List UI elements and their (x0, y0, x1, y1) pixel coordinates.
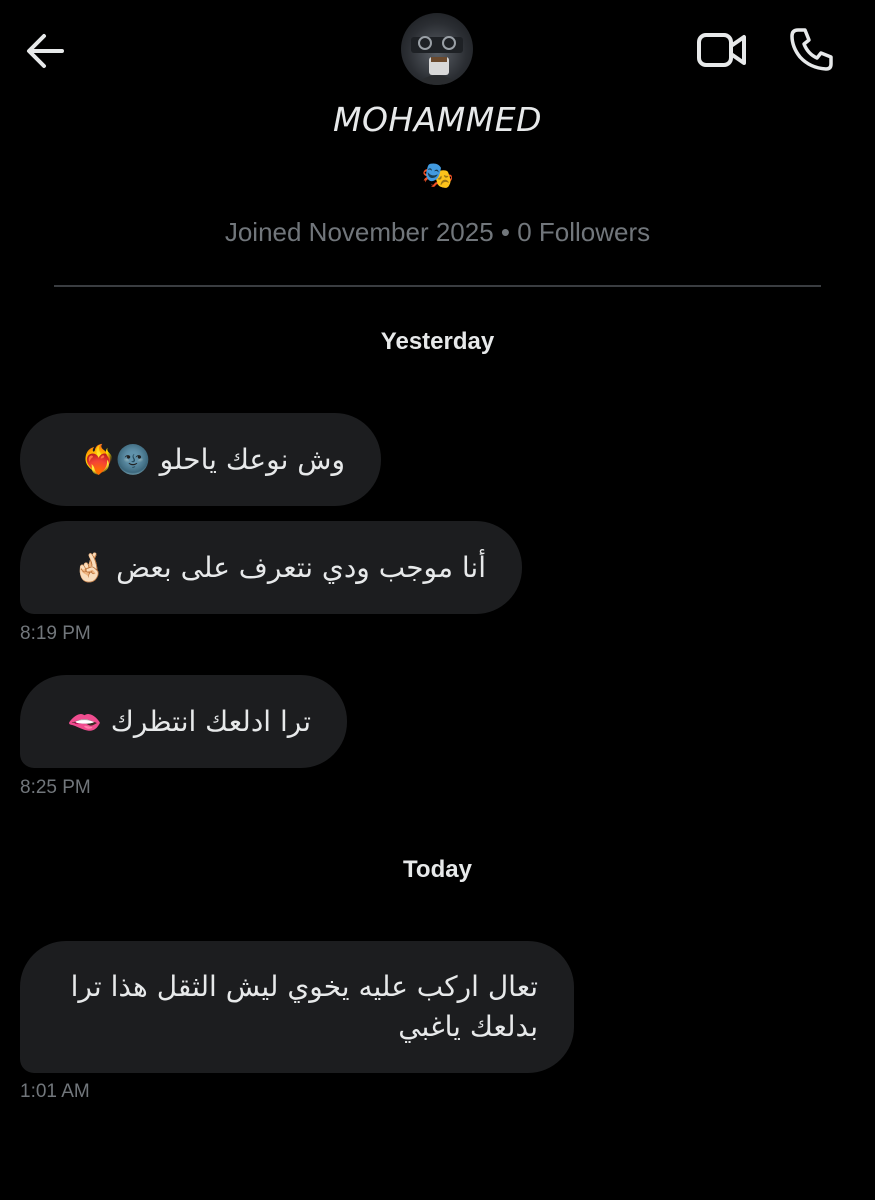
top-bar (0, 0, 875, 100)
message-text: وش نوعك ياحلو 🌚❤️‍🔥 (80, 442, 345, 476)
message-text: تعال اركب عليه يخوي ليش الثقل هذا ترا بد… (70, 970, 538, 1043)
profile-meta: Joined November 2025 • 0 Followers (224, 217, 651, 247)
video-call-icon[interactable] (696, 28, 748, 72)
back-arrow-icon[interactable] (22, 28, 68, 74)
theater-masks-icon: 🎭 (421, 161, 455, 191)
message-bubble[interactable]: أنا موجب ودي نتعرف على بعض 🤞🏻 (20, 521, 522, 614)
message-bubble[interactable]: وش نوعك ياحلو 🌚❤️‍🔥 (20, 413, 381, 506)
divider (54, 285, 821, 287)
date-separator-today: Today (403, 856, 472, 883)
profile-name: MOHAMMED (332, 100, 543, 139)
message-timestamp: 8:19 PM (20, 623, 91, 644)
phone-call-icon[interactable] (788, 25, 836, 73)
date-separator-yesterday: Yesterday (380, 328, 495, 355)
avatar[interactable] (401, 13, 473, 85)
message-timestamp: 8:25 PM (20, 777, 91, 798)
message-text: ترا ادلعك انتظرك 🫦 (67, 704, 311, 738)
message-text: أنا موجب ودي نتعرف على بعض 🤞🏻 (72, 550, 486, 584)
message-bubble[interactable]: تعال اركب عليه يخوي ليش الثقل هذا ترا بد… (20, 941, 574, 1073)
message-timestamp: 1:01 AM (20, 1081, 90, 1102)
message-bubble[interactable]: ترا ادلعك انتظرك 🫦 (20, 675, 347, 768)
